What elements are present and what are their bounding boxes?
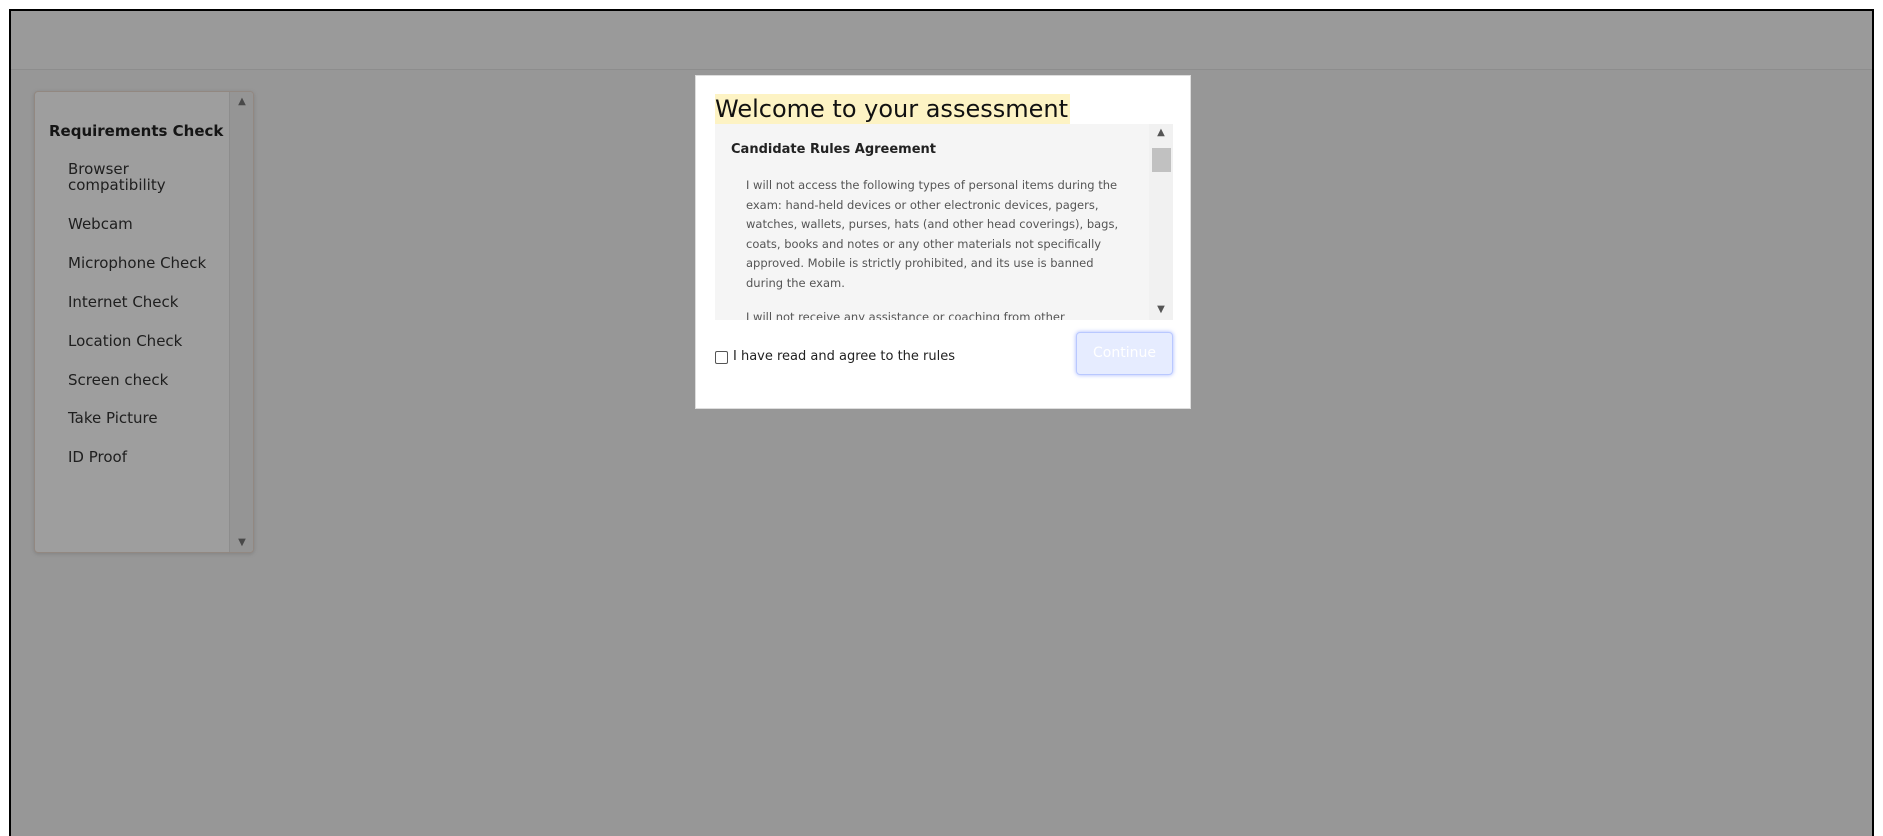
- rules-agreement-box[interactable]: Candidate Rules Agreement I will not acc…: [715, 124, 1173, 320]
- rules-paragraph: I will not receive any assistance or coa…: [746, 310, 1065, 320]
- rules-scrollbar[interactable]: ▲ ▼: [1149, 124, 1173, 320]
- rules-heading: Candidate Rules Agreement: [731, 142, 937, 157]
- rules-scroll-thumb[interactable]: [1152, 148, 1171, 172]
- arrow-up-icon[interactable]: ▲: [1149, 127, 1173, 138]
- app-frame: Requirements Check Browser compatibility…: [9, 9, 1874, 836]
- modal-title: Welcome to your assessment: [715, 94, 1070, 124]
- arrow-down-icon[interactable]: ▼: [1149, 304, 1173, 315]
- agree-label[interactable]: I have read and agree to the rules: [733, 349, 955, 364]
- continue-button[interactable]: Continue: [1076, 332, 1173, 375]
- agree-checkbox[interactable]: [715, 351, 728, 364]
- rules-paragraph: I will not access the following types of…: [746, 178, 1119, 290]
- welcome-modal: Welcome to your assessment Candidate Rul…: [695, 75, 1191, 409]
